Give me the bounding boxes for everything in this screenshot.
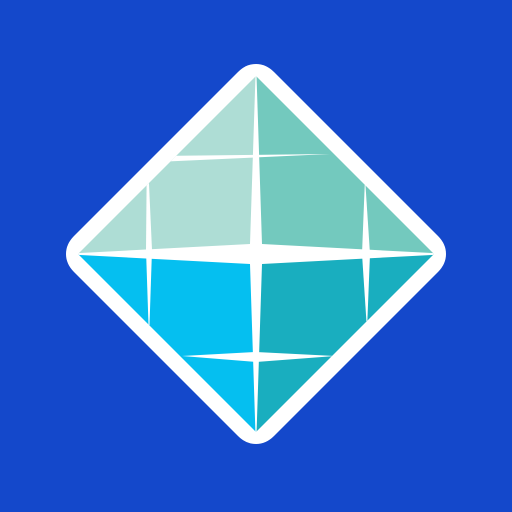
- quadrant-bottom-left: [78, 254, 256, 432]
- quadrant-bottom-right: [256, 254, 434, 432]
- sparkle-lines: [78, 76, 434, 432]
- quadrant-top-right: [256, 76, 434, 254]
- app-icon-canvas: [0, 0, 512, 512]
- quadrant-top-left: [78, 76, 256, 254]
- crystal-diamond-icon: [66, 64, 446, 444]
- center-star: [78, 76, 434, 432]
